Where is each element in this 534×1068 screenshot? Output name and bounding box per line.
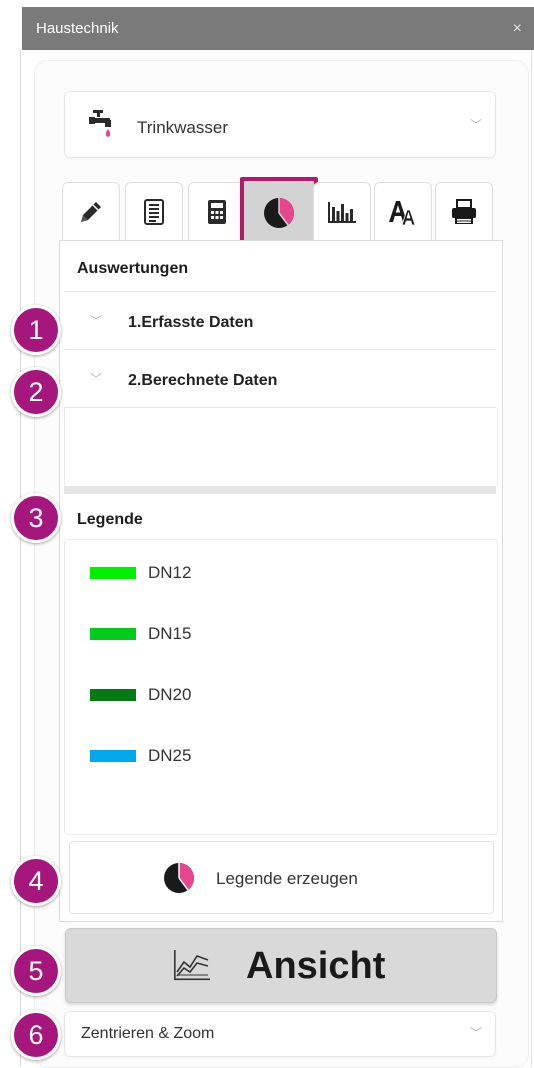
calculator-icon [208,200,226,224]
legend-swatch [90,628,136,640]
window-border [20,50,21,1066]
view-button[interactable]: Ansicht [65,928,497,1003]
window-border [531,50,532,1066]
pie-chart-icon [164,863,194,893]
tab-calculate[interactable] [188,182,246,241]
category-dropdown[interactable]: Trinkwasser ﹀ [64,91,496,158]
legend-label: DN25 [148,746,192,765]
legend-swatch [90,689,136,701]
callout-badge-1: 1 [11,305,61,355]
legend-title: Legende [77,511,143,528]
font-icon [389,201,416,226]
view-button-label: Ansicht [246,945,386,987]
tab-print[interactable] [435,182,493,241]
callout-badge-4: 4 [11,856,61,906]
document-list-icon [144,199,164,225]
bar-chart-icon [328,202,356,223]
legend-item: DN12 [90,560,290,586]
chevron-down-icon: ﹀ [470,1026,483,1040]
section-separator [64,486,496,494]
chevron-down-icon: ﹀ [90,314,103,328]
legend-label: DN20 [148,685,192,704]
evaluations-title: Auswertungen [77,260,189,277]
accordion-label: 2.Berechnete Daten [128,372,278,389]
legend-label: DN12 [148,563,192,582]
legend-item: DN20 [90,682,290,708]
tab-statistics[interactable] [313,182,371,241]
create-legend-label: Legende erzeugen [216,869,358,888]
callout-badge-3: 3 [11,493,61,543]
zoom-dropdown-value: Zentrieren & Zoom [81,1025,215,1042]
callout-badge-6: 6 [11,1010,61,1060]
tab-list[interactable] [125,182,183,241]
accordion-item-calculated-data[interactable]: ﹀ 2.Berechnete Daten [64,350,496,406]
window-titlebar[interactable]: Haustechnik × [22,7,534,50]
callout-badge-2: 2 [11,367,61,417]
window-title: Haustechnik [36,20,119,37]
legend-item: DN15 [90,621,290,647]
legend-swatch [90,567,136,579]
accordion-label: 1.Erfasste Daten [128,314,254,331]
zoom-dropdown[interactable]: Zentrieren & Zoom ﹀ [64,1011,496,1057]
pie-chart-icon [264,198,294,228]
legend-item: DN25 [90,743,290,769]
create-legend-button[interactable]: Legende erzeugen [69,841,494,914]
close-icon[interactable]: × [513,7,522,50]
line-chart-icon [174,950,210,981]
legend-swatch [90,750,136,762]
printer-icon [452,199,476,224]
category-dropdown-value: Trinkwasser [137,118,228,137]
legend-label: DN15 [148,624,192,643]
tab-edit[interactable] [62,182,120,241]
tab-evaluations[interactable] [240,177,318,249]
tab-text[interactable] [374,182,432,241]
empty-area [64,408,498,486]
pencil-icon [81,202,101,222]
callout-badge-5: 5 [11,946,61,996]
accordion-item-recorded-data[interactable]: ﹀ 1.Erfasste Daten [64,292,496,348]
faucet-icon [89,108,119,140]
chevron-down-icon: ﹀ [90,372,103,386]
chevron-down-icon: ﹀ [470,118,483,132]
